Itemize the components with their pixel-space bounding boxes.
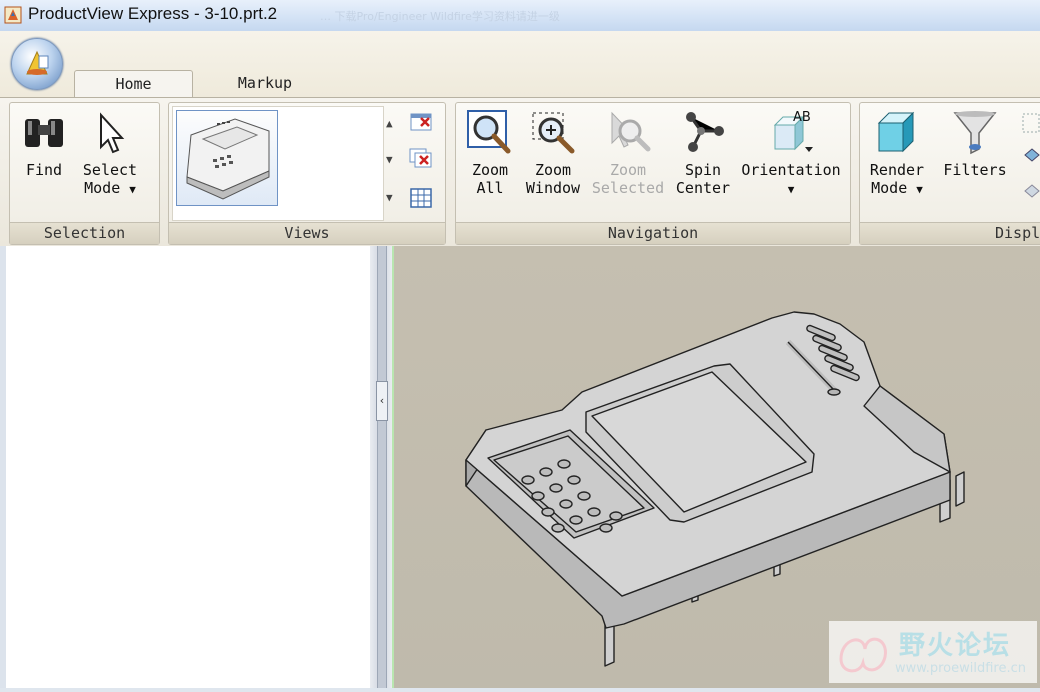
select-mode-label-2: Mode: [84, 179, 121, 197]
orientation-label: Orientation: [741, 161, 841, 179]
svg-text:AB: AB: [793, 110, 811, 125]
chevron-down-icon: ▼: [129, 183, 136, 196]
views-gallery[interactable]: [172, 106, 384, 221]
render-mode-button[interactable]: Render Mode ▼: [864, 109, 930, 199]
app-icon: [4, 6, 22, 24]
spin-center-icon: [686, 112, 724, 152]
collapse-pane-button[interactable]: ‹: [376, 381, 388, 421]
spin-center-label-1: Spin: [684, 161, 722, 179]
title-ghost-text: … 下载Pro/Engineer Wildfire学习资料请进一级: [320, 10, 560, 23]
render-cube-icon: [877, 111, 915, 153]
views-expand[interactable]: ▼: [386, 191, 393, 204]
zoom-window-button[interactable]: Zoom Window: [520, 109, 586, 197]
find-label: Find: [25, 161, 63, 179]
binoculars-icon: [25, 119, 63, 147]
filters-label: Filters: [943, 161, 1007, 179]
zoom-all-icon: [467, 110, 511, 154]
zoom-window-label-1: Zoom: [534, 161, 572, 179]
render-mode-label-2: Mode: [871, 179, 908, 197]
window-title: ProductView Express - 3-10.prt.2: [28, 4, 278, 23]
zoom-selected-label-1: Zoom: [609, 161, 647, 179]
spin-center-button[interactable]: Spin Center: [670, 109, 736, 197]
spin-center-label-2: Center: [675, 179, 731, 197]
zoom-window-label-2: Window: [525, 179, 581, 197]
splitter-bar[interactable]: [377, 246, 387, 688]
productview-logo-icon: [26, 50, 49, 75]
chevron-down-icon: ▼: [787, 183, 795, 196]
group-navigation: Zoom All Zoom Window Zoom Selected Spin …: [455, 102, 851, 245]
pane-splitter[interactable]: ‹: [370, 246, 392, 688]
orientation-cube-icon: AB: [773, 110, 813, 152]
group-label-navigation: Navigation: [456, 222, 850, 244]
structure-tree-pane[interactable]: [0, 246, 370, 688]
delete-all-views-icon[interactable]: [409, 147, 433, 169]
watermark-title: 野火论坛: [899, 631, 1012, 661]
group-label-display: Displ: [860, 222, 1040, 244]
group-views: ▲ ▼ ▼ Views: [168, 102, 446, 245]
view-thumbnail[interactable]: [176, 110, 278, 206]
group-selection: Find Select Mode ▼ Selection: [9, 102, 160, 245]
zoom-all-label-2: All: [476, 179, 504, 197]
group-display: Render Mode ▼ Filters Displ: [859, 102, 1040, 245]
orientation-button[interactable]: AB Orientation ▼: [738, 109, 844, 199]
find-button[interactable]: Find: [16, 111, 72, 179]
tab-home[interactable]: Home: [74, 70, 193, 99]
funnel-icon: [953, 111, 997, 155]
group-label-views: Views: [169, 222, 445, 244]
zoom-selected-icon: [611, 111, 651, 152]
ribbon: Find Select Mode ▼ Selection ▲ ▼ ▼ Views…: [0, 97, 1040, 247]
zoom-window-icon: [532, 112, 575, 154]
delete-view-icon[interactable]: [409, 111, 433, 133]
arrow-cursor-icon: [100, 112, 125, 154]
chevron-down-icon: ▼: [916, 183, 923, 196]
select-mode-button[interactable]: Select Mode ▼: [72, 111, 148, 199]
zoom-selected-button[interactable]: Zoom Selected: [588, 109, 668, 197]
tab-markup[interactable]: Markup: [210, 70, 320, 98]
views-scroll-down[interactable]: ▼: [386, 153, 393, 166]
zoom-all-button[interactable]: Zoom All: [462, 109, 518, 197]
watermark-url: www.proewildfire.cn: [895, 661, 1026, 676]
group-label-selection: Selection: [10, 222, 159, 244]
render-mode-label-1: Render: [869, 161, 925, 179]
select-mode-label-1: Select: [82, 161, 138, 179]
title-bar: ProductView Express - 3-10.prt.2 … 下载Pro…: [0, 0, 1040, 32]
watermark: 野火论坛 www.proewildfire.cn: [829, 621, 1037, 683]
filters-button[interactable]: Filters: [940, 109, 1010, 179]
application-menu-button[interactable]: [11, 38, 63, 90]
views-scroll-up[interactable]: ▲: [386, 117, 393, 130]
display-small-icons[interactable]: [1020, 111, 1040, 207]
grid-view-icon[interactable]: [409, 187, 433, 209]
zoom-all-label-1: Zoom: [471, 161, 509, 179]
part-thumbnail-image: [186, 118, 270, 200]
zoom-selected-label-2: Selected: [591, 179, 665, 197]
watermark-logo-icon: [839, 637, 887, 673]
